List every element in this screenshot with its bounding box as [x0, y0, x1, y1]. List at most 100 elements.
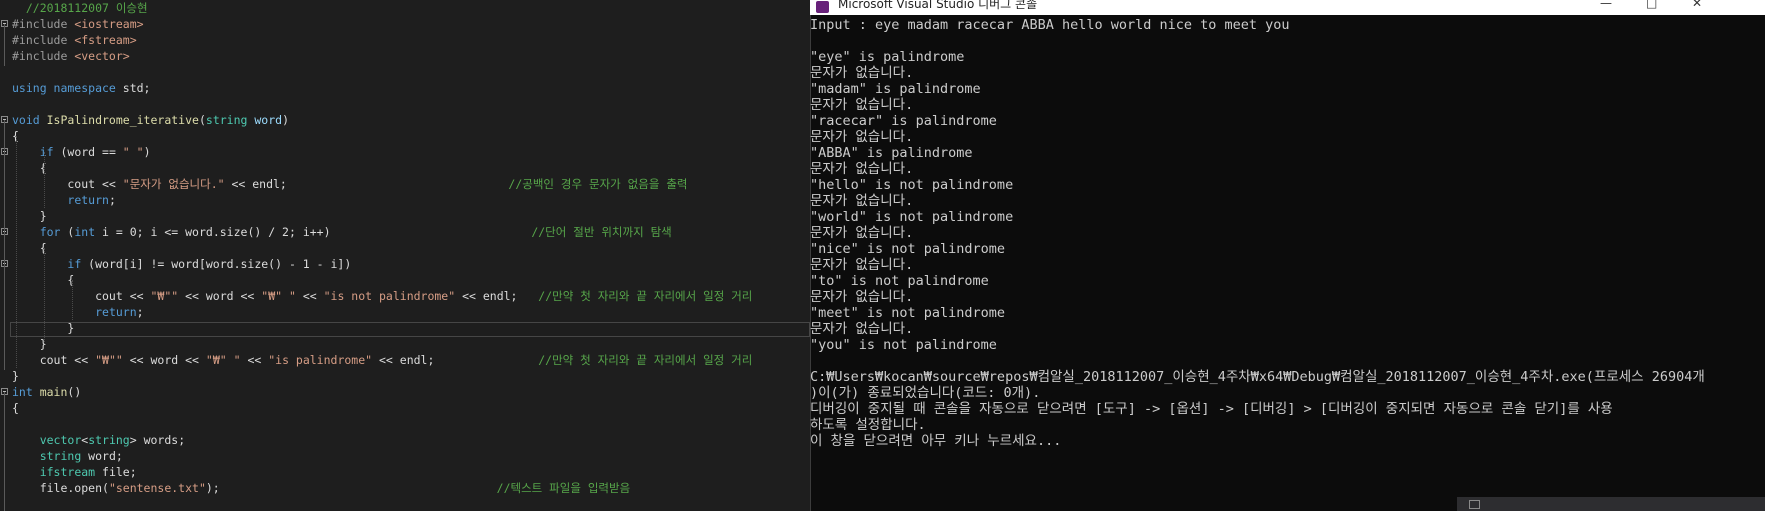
close-button[interactable]: ✕: [1674, 0, 1720, 15]
code-line[interactable]: vector<string> words;: [0, 432, 810, 448]
code-token: string: [39, 449, 89, 463]
debug-console-window[interactable]: Microsoft Visual Studio 디버그 콘솔 — □ ✕ Inp…: [810, 0, 1765, 511]
code-token: <vector>: [74, 49, 130, 63]
code-token: void: [12, 113, 47, 127]
code-token: ): [143, 145, 151, 159]
code-token: using namespace: [12, 81, 123, 95]
code-token: return: [95, 305, 137, 319]
console-line: "racecar" is palindrome: [810, 113, 997, 129]
code-line[interactable]: #include <iostream>: [0, 16, 810, 32]
minimize-icon: —: [1600, 0, 1612, 10]
console-output[interactable]: Input : eye madam racecar ABBA hello wor…: [810, 17, 1765, 511]
code-token: ): [282, 113, 289, 127]
code-editor[interactable]: //2018112007 이승현 #include <iostream> #incl…: [0, 0, 810, 511]
code-line[interactable]: #include <fstream>: [0, 32, 810, 48]
indent-guide: [44, 152, 45, 208]
code-text: return;: [12, 304, 143, 320]
code-token: for: [39, 225, 68, 239]
code-line[interactable]: [0, 64, 810, 80]
code-token: //만약 첫 자리와 끝 자리에서 일정 거리: [538, 353, 753, 367]
code-line[interactable]: if (word == " "): [0, 144, 810, 160]
minimize-button[interactable]: —: [1582, 0, 1628, 15]
code-token: //만약 첫 자리와 끝 자리에서 일정 거리: [538, 289, 753, 303]
console-line: 하도록 설정합니다.: [810, 417, 926, 433]
code-token: }: [12, 369, 19, 383]
code-line[interactable]: cout << "₩"" << word << "₩" " << "is pal…: [0, 352, 810, 368]
console-titlebar[interactable]: Microsoft Visual Studio 디버그 콘솔 — □ ✕: [810, 0, 1765, 15]
code-line[interactable]: cout << "문자가 없습니다." << endl; //공백인 경우 문자…: [0, 176, 810, 192]
code-line[interactable]: int main(): [0, 384, 810, 400]
code-token: IsPalindrome_iterative: [46, 113, 199, 127]
code-text: //2018112007 이승현: [12, 0, 148, 16]
code-line[interactable]: {: [0, 400, 810, 416]
code-line[interactable]: //2018112007 이승현: [0, 0, 810, 16]
panel-icon: [1469, 500, 1480, 509]
code-line[interactable]: #include <vector>: [0, 48, 810, 64]
code-token: (): [67, 385, 82, 399]
code-token: int: [74, 225, 103, 239]
maximize-button[interactable]: □: [1628, 0, 1674, 15]
console-line: 문자가 없습니다.: [810, 161, 914, 177]
code-line[interactable]: if (word[i] != word[word.size() - 1 - i]…: [0, 256, 810, 272]
console-line: C:₩Users₩kocan₩source₩repos₩컴알실_20181120…: [810, 369, 1705, 385]
code-line[interactable]: return;: [0, 304, 810, 320]
code-token: <<: [240, 353, 269, 367]
code-line[interactable]: return;: [0, 192, 810, 208]
code-line[interactable]: using namespace std;: [0, 80, 810, 96]
console-title: Microsoft Visual Studio 디버그 콘솔: [838, 0, 1038, 11]
code-line[interactable]: [0, 96, 810, 112]
code-line[interactable]: [0, 496, 810, 511]
code-text: if (word[i] != word[word.size() - 1 - i]…: [12, 256, 351, 272]
code-text: {: [12, 240, 47, 256]
code-line[interactable]: }: [0, 336, 810, 352]
code-token: //단어 절반 위치까지 탐색: [531, 225, 672, 239]
code-line[interactable]: file.open("sentense.txt"); //텍스트 파일을 입력받…: [0, 480, 810, 496]
code-token: "₩" ": [261, 289, 296, 303]
code-line[interactable]: ifstream file;: [0, 464, 810, 480]
code-token: {: [12, 241, 47, 255]
code-line[interactable]: }: [0, 368, 810, 384]
code-text: vector<string> words;: [12, 432, 185, 448]
code-line[interactable]: for (int i = 0; i <= word.size() / 2; i+…: [0, 224, 810, 240]
code-line[interactable]: {: [0, 128, 810, 144]
code-token: ;: [108, 193, 116, 207]
code-token: #include: [12, 49, 75, 63]
code-token: string: [88, 433, 130, 447]
code-token: word;: [88, 449, 123, 463]
code-token: {: [12, 161, 47, 175]
code-text: for (int i = 0; i <= word.size() / 2; i+…: [12, 224, 672, 240]
code-token: (word[i] != word[word.size() - 1 - i]): [88, 257, 352, 271]
console-line: "you" is not palindrome: [810, 337, 997, 353]
console-line: )이(가) 종료되었습니다(코드: 0개).: [810, 385, 1041, 401]
visual-studio-icon: [816, 1, 829, 13]
console-line: 문자가 없습니다.: [810, 289, 914, 305]
code-token: << endl;: [224, 177, 509, 191]
fold-outline: [4, 392, 5, 511]
console-line: 디버깅이 중지될 때 콘솔을 자동으로 닫으려면 [도구] -> [옵션] ->…: [810, 401, 1613, 417]
code-text: #include <fstream>: [12, 32, 137, 48]
code-token: "문자가 없습니다.": [122, 177, 225, 191]
code-line[interactable]: string word;: [0, 448, 810, 464]
code-line[interactable]: [0, 416, 810, 432]
close-icon: ✕: [1692, 0, 1703, 10]
console-line: 문자가 없습니다.: [810, 97, 914, 113]
code-line[interactable]: {: [0, 160, 810, 176]
code-text: }: [12, 336, 47, 352]
code-token: <fstream>: [74, 33, 137, 47]
code-token: std;: [122, 81, 151, 95]
console-line: "nice" is not palindrome: [810, 241, 1006, 257]
current-line-highlight: [10, 322, 810, 337]
code-text: string word;: [12, 448, 123, 464]
code-line[interactable]: {: [0, 240, 810, 256]
code-text: {: [12, 400, 19, 416]
console-line: "world" is not palindrome: [810, 209, 1014, 225]
code-line[interactable]: void IsPalindrome_iterative(string word): [0, 112, 810, 128]
code-line[interactable]: }: [0, 208, 810, 224]
code-token: main: [39, 385, 68, 399]
code-line[interactable]: cout << "₩"" << word << "₩" " << "is not…: [0, 288, 810, 304]
code-line[interactable]: {: [0, 272, 810, 288]
